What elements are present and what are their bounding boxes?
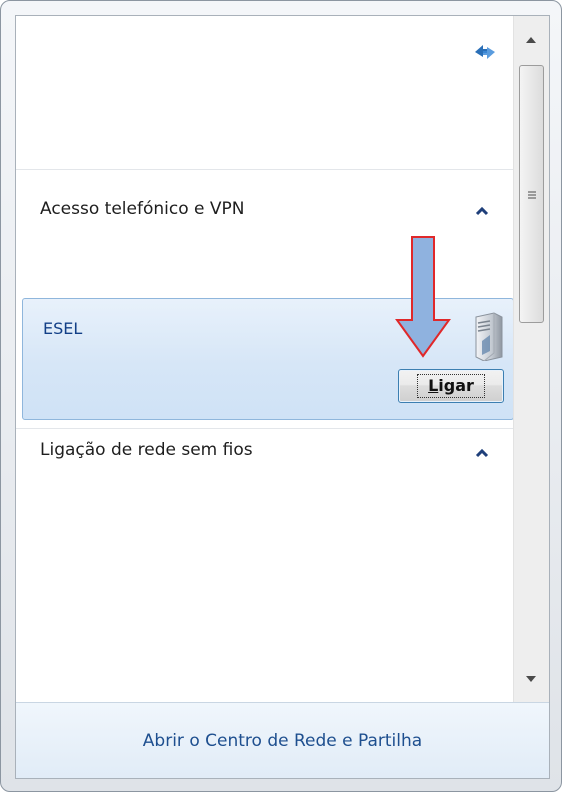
refresh-arrows-icon[interactable]: [471, 40, 499, 64]
chevron-up-icon[interactable]: [475, 206, 489, 216]
footer-bar: Abrir o Centro de Rede e Partilha: [16, 702, 549, 778]
section-header-wireless[interactable]: Ligação de rede sem fios: [40, 440, 253, 460]
section-header-dialup-vpn[interactable]: Acesso telefónico e VPN: [40, 199, 244, 219]
connection-name: ESEL: [43, 319, 83, 338]
vpn-server-icon: [475, 312, 503, 361]
chevron-up-icon[interactable]: [475, 448, 489, 458]
connect-button-label: Ligar: [417, 374, 485, 398]
network-flyout-window: Acesso telefónico e VPN ESEL Ligar Ligaç…: [0, 0, 562, 792]
section-divider: [16, 428, 513, 429]
connect-button[interactable]: Ligar: [398, 369, 504, 403]
open-network-sharing-center-link[interactable]: Abrir o Centro de Rede e Partilha: [16, 703, 549, 779]
connections-panel: Acesso telefónico e VPN ESEL Ligar Ligaç…: [16, 16, 513, 702]
scroll-thumb[interactable]: [519, 65, 544, 323]
flyout-content: Acesso telefónico e VPN ESEL Ligar Ligaç…: [15, 15, 550, 779]
grip-lines-icon: [528, 191, 536, 199]
section-divider: [16, 169, 513, 170]
vertical-scrollbar[interactable]: [513, 16, 549, 702]
scroll-down-arrow-icon[interactable]: [523, 672, 539, 686]
scroll-up-arrow-icon[interactable]: [523, 33, 539, 47]
annotation-down-arrow-icon: [395, 236, 451, 358]
